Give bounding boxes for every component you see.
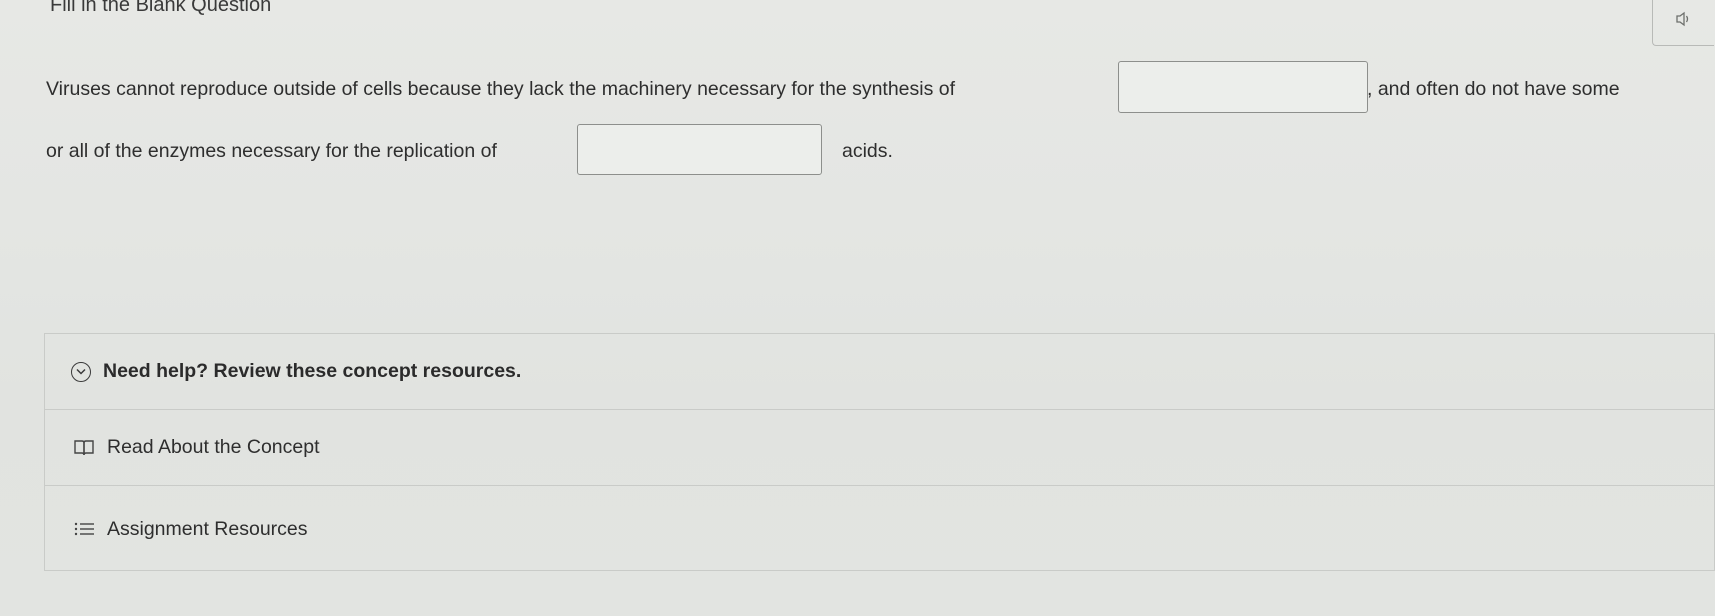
chevron-down-circle-icon <box>71 361 91 382</box>
concept-resources-toggle[interactable]: Need help? Review these concept resource… <box>45 334 1714 410</box>
read-aloud-button[interactable] <box>1652 0 1714 46</box>
assignment-resources-label: Assignment Resources <box>107 517 308 540</box>
concept-resources-panel: Need help? Review these concept resource… <box>44 333 1715 571</box>
read-about-concept-label: Read About the Concept <box>107 436 320 458</box>
question-type-title: Fill in the Blank Question <box>50 0 272 16</box>
list-icon <box>73 520 95 538</box>
question-line-1-start: Viruses cannot reproduce outside of cell… <box>46 78 956 100</box>
question-line-2-end: acids. <box>842 140 893 162</box>
question-line-1-end: , and often do not have some <box>1367 78 1620 100</box>
blank-input-1[interactable] <box>1118 61 1368 113</box>
concept-resources-title: Need help? Review these concept resource… <box>103 360 522 382</box>
read-about-concept-link[interactable]: Read About the Concept <box>45 410 1714 486</box>
question-line-2-start: or all of the enzymes necessary for the … <box>46 140 497 162</box>
book-icon <box>73 439 95 457</box>
speaker-icon <box>1675 11 1693 32</box>
blank-input-2[interactable] <box>577 124 822 175</box>
assignment-resources-link[interactable]: Assignment Resources <box>45 486 1714 572</box>
